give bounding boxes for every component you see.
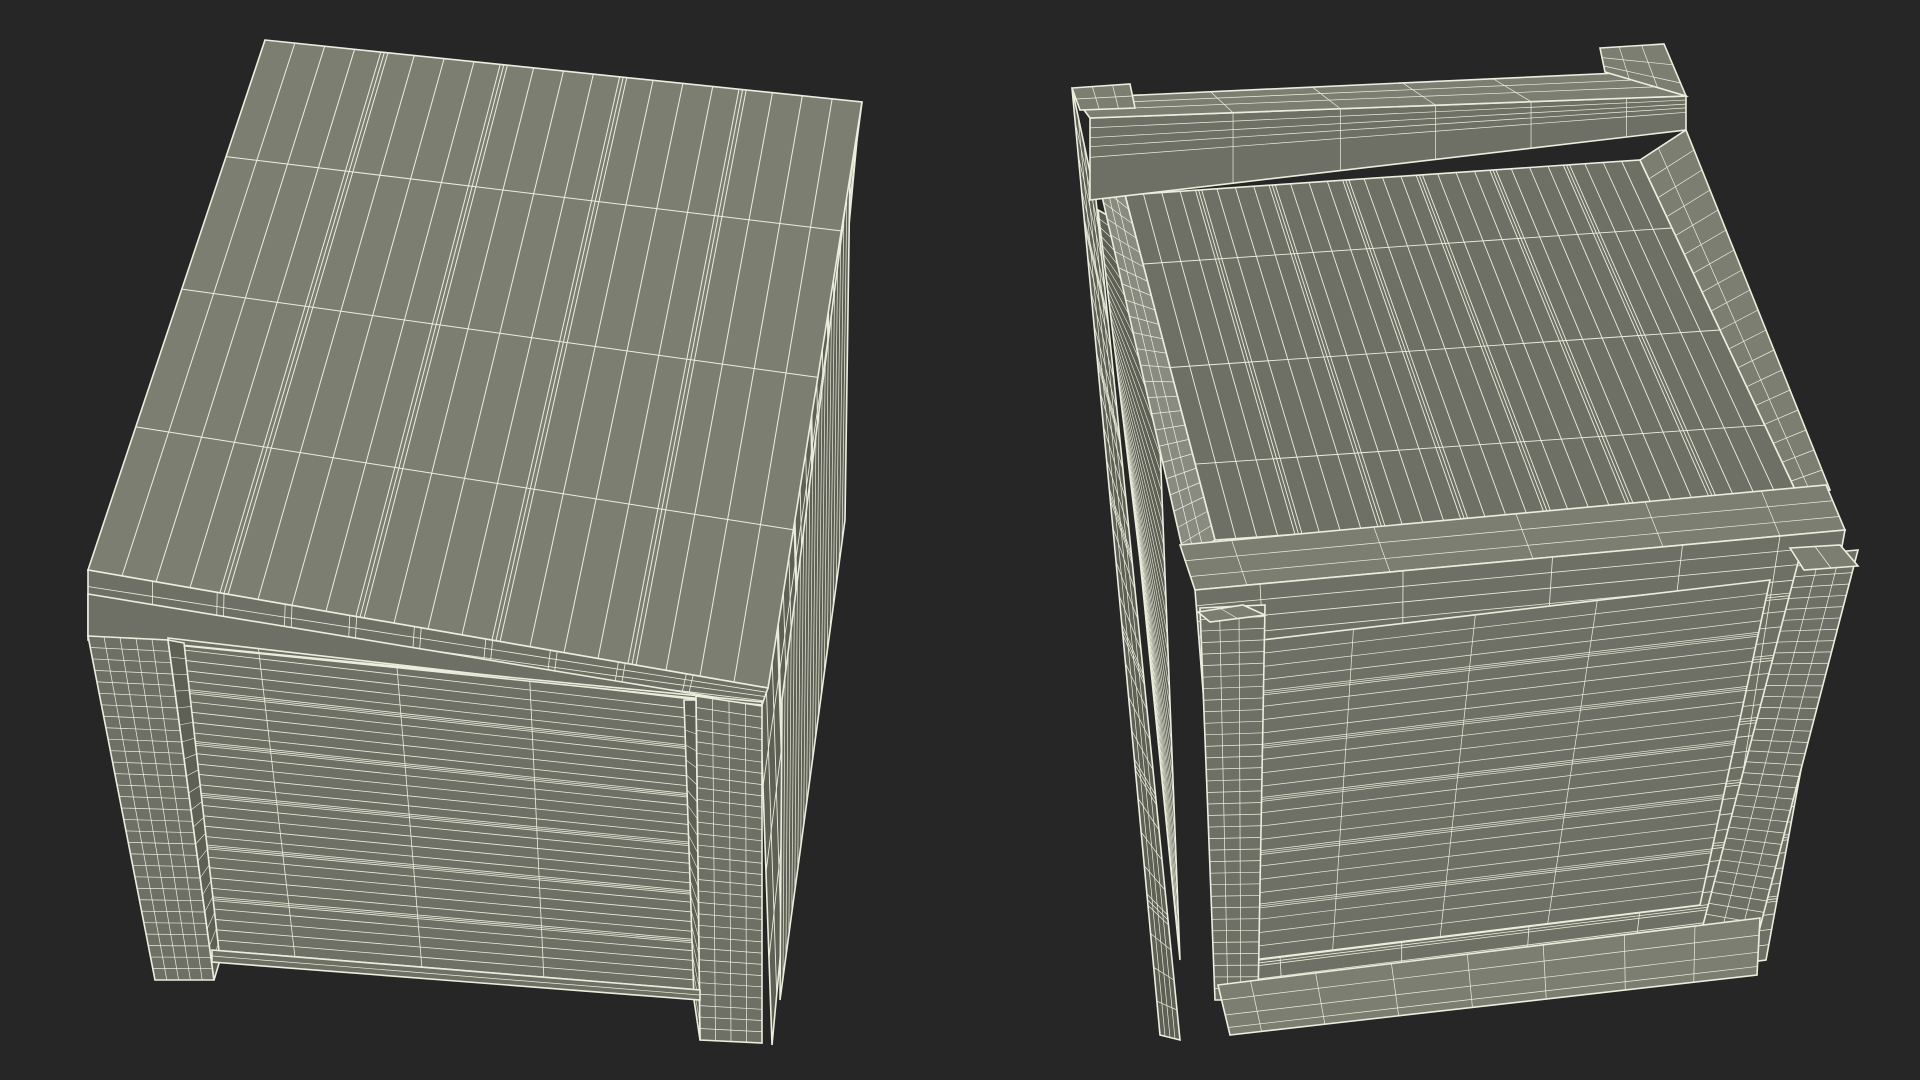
- left-crate-right-post: [695, 695, 763, 1044]
- right-crate-far-left-block-surface: [1070, 83, 1136, 111]
- right-crate-far-left-block: [1070, 83, 1136, 111]
- 3d-viewport: [0, 0, 1920, 1080]
- crate-top-view: [86, 39, 863, 1046]
- right-crate-front-recess: [1251, 579, 1772, 961]
- wireframe-render: [86, 39, 1860, 1046]
- crate-bottom-view: [1070, 43, 1860, 1042]
- right-crate-front-left-post: [1199, 604, 1266, 1001]
